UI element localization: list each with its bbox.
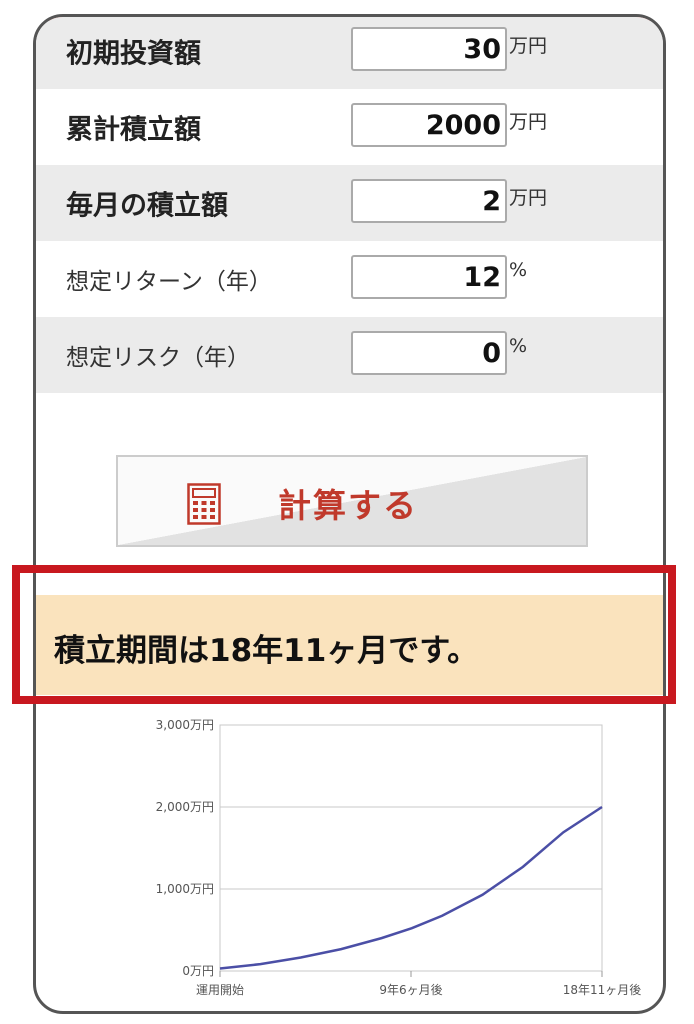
form-row-expected-risk: 想定リスク（年） % [36, 317, 663, 393]
initial-investment-label: 初期投資額 [66, 38, 201, 70]
result-banner: 積立期間は18年11ヶ月です。 [36, 595, 663, 695]
expected-risk-label: 想定リスク（年） [66, 345, 250, 371]
form-row-initial-investment: 初期投資額 万円 [36, 17, 663, 89]
monthly-amount-input[interactable] [351, 179, 507, 223]
expected-return-input[interactable] [351, 255, 507, 299]
cumulative-amount-label: 累計積立額 [66, 114, 201, 146]
form-row-monthly-amount: 毎月の積立額 万円 [36, 165, 663, 241]
expected-return-unit: % [509, 259, 528, 281]
y-tick-label: 0万円 [182, 964, 214, 978]
form-row-expected-return: 想定リターン（年） % [36, 241, 663, 317]
result-text: 積立期間は18年11ヶ月です。 [54, 633, 479, 669]
y-tick-label: 2,000万円 [156, 800, 214, 814]
cumulative-amount-input[interactable] [351, 103, 507, 147]
initial-investment-unit: 万円 [509, 35, 548, 57]
expected-return-label: 想定リターン（年） [66, 269, 272, 295]
initial-investment-input[interactable] [351, 27, 507, 71]
chart-svg: 0万円 1,000万円 2,000万円 3,000万円運用開始 9年6ヶ月後 18年11ヶ… [156, 718, 642, 997]
expected-risk-unit: % [509, 335, 528, 357]
calculate-button-label: 計算する [278, 486, 418, 525]
x-tick-label: 18年11ヶ月後 [563, 983, 642, 997]
y-tick-label: 3,000万円 [156, 718, 214, 732]
form-row-cumulative-amount: 累計積立額 万円 [36, 89, 663, 165]
monthly-amount-unit: 万円 [509, 187, 548, 209]
calculate-button[interactable]: 計算する [116, 455, 588, 547]
cumulative-amount-unit: 万円 [509, 111, 548, 133]
y-tick-label: 1,000万円 [156, 882, 214, 896]
expected-risk-input[interactable] [351, 331, 507, 375]
calculator-icon [187, 483, 221, 529]
x-tick-label: 運用開始 [196, 983, 244, 997]
x-tick-label: 9年6ヶ月後 [379, 983, 442, 997]
growth-chart: 0万円 1,000万円 2,000万円 3,000万円運用開始 9年6ヶ月後 18年11ヶ… [0, 690, 694, 1020]
monthly-amount-label: 毎月の積立額 [66, 190, 228, 222]
